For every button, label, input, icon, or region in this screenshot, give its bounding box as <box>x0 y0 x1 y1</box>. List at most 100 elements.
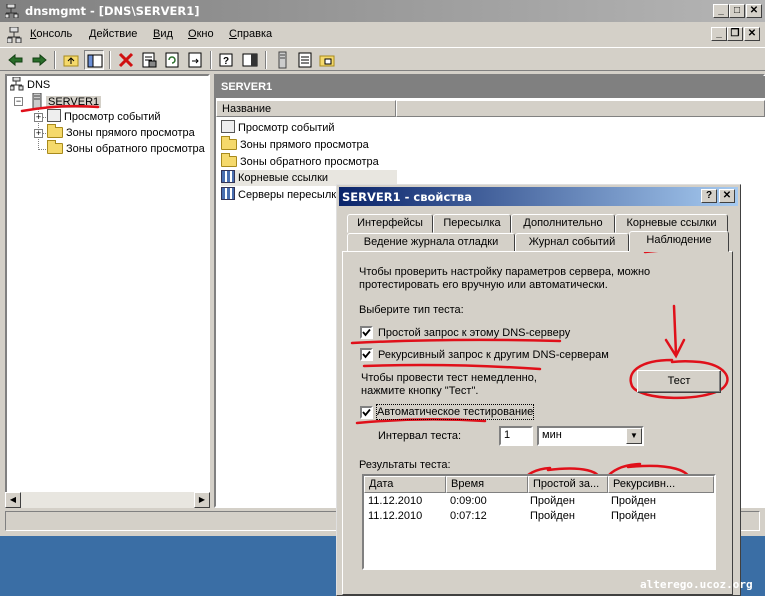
tree-node-forward-zones[interactable]: Зоны прямого просмотра <box>47 124 195 141</box>
list-item[interactable]: Зоны обратного просмотра <box>221 153 379 170</box>
test-interval-label: Интервал теста: <box>378 430 462 442</box>
child-close-button[interactable]: ✕ <box>744 27 760 41</box>
properties-button[interactable] <box>139 50 159 70</box>
results-col-recursive[interactable]: Рекурсивн... <box>608 476 714 493</box>
collapse-server-toggle[interactable]: − <box>14 97 23 106</box>
result-simple: Пройден <box>530 510 575 522</box>
checkmark-icon <box>362 350 371 359</box>
recursive-query-label[interactable]: Рекурсивный запрос к другим DNS-серверам <box>378 348 609 362</box>
simple-query-label[interactable]: Простой запрос к этому DNS-серверу <box>378 326 570 340</box>
column-header-name[interactable]: Название <box>216 100 396 117</box>
result-recursive: Пройден <box>611 510 656 522</box>
dialog-close-button[interactable]: ✕ <box>719 189 735 203</box>
menu-view[interactable]: Вид <box>153 28 173 40</box>
dns-icon <box>10 77 24 91</box>
tab-debug-logging[interactable]: Ведение журнала отладки <box>347 233 515 252</box>
tab-advanced[interactable]: Дополнительно <box>511 214 615 233</box>
show-hide-action-pane-button[interactable] <box>240 50 260 70</box>
menu-action[interactable]: Действие <box>89 28 137 40</box>
red-x-icon <box>118 52 134 68</box>
forward-button[interactable] <box>29 50 49 70</box>
tab-monitoring[interactable]: Наблюдение <box>629 231 729 252</box>
arrow-right-icon <box>32 53 47 67</box>
expand-forward-zones-toggle[interactable]: + <box>34 129 43 138</box>
scroll-left-button[interactable]: ◀ <box>5 492 21 508</box>
window-titlebar[interactable]: dnsmgmt - [DNS\SERVER1] _ □ ✕ <box>0 0 765 22</box>
up-level-button[interactable] <box>61 50 81 70</box>
scroll-right-button[interactable]: ▶ <box>194 492 210 508</box>
menu-console[interactable]: Консоль <box>30 28 72 40</box>
delete-button[interactable] <box>116 50 136 70</box>
auto-testing-label[interactable]: Автоматическое тестирование <box>375 404 535 420</box>
export-list-icon <box>188 52 202 68</box>
results-col-date[interactable]: Дата <box>364 476 446 493</box>
new-zone-button[interactable] <box>317 50 337 70</box>
toolbar-separator <box>109 51 111 69</box>
folder-icon <box>47 124 63 138</box>
menu-help[interactable]: Справка <box>229 28 272 40</box>
auto-testing-checkbox[interactable] <box>360 406 373 419</box>
export-list-button[interactable] <box>185 50 205 70</box>
tab-interfaces[interactable]: Интерфейсы <box>347 214 433 233</box>
forwarders-icon <box>221 187 235 200</box>
checkmark-icon <box>362 408 371 417</box>
maximize-button[interactable]: □ <box>729 4 745 18</box>
checkmark-icon <box>362 328 371 337</box>
result-date: 11.12.2010 <box>368 510 423 522</box>
list-item[interactable]: Зоны прямого просмотра <box>221 136 369 153</box>
details-header: SERVER1 <box>216 76 765 98</box>
folder-icon <box>221 153 237 167</box>
help-icon: ? <box>219 53 233 67</box>
column-header-empty[interactable] <box>396 100 765 117</box>
root-hints-icon <box>221 170 235 183</box>
svg-text:?: ? <box>223 56 229 67</box>
tree-node-reverse-zones[interactable]: Зоны обратного просмотра <box>47 140 205 157</box>
folder-up-icon <box>63 55 79 67</box>
properties-icon <box>142 52 157 68</box>
test-results-label: Результаты теста: <box>359 459 451 471</box>
dialog-help-button[interactable]: ? <box>701 189 717 203</box>
arrow-left-icon <box>8 53 23 67</box>
server-icon <box>32 93 42 109</box>
result-simple: Пройден <box>530 495 575 507</box>
child-restore-button[interactable]: ❐ <box>727 27 743 41</box>
refresh-button[interactable] <box>162 50 182 70</box>
interval-unit-select[interactable]: мин ▼ <box>537 426 644 446</box>
list-item[interactable]: Серверы пересылки <box>221 187 342 203</box>
folder-icon <box>221 136 237 150</box>
results-col-time[interactable]: Время <box>446 476 528 493</box>
test-button[interactable]: Тест <box>637 370 721 393</box>
result-time: 0:09:00 <box>450 495 487 507</box>
show-hide-tree-button[interactable] <box>84 50 104 70</box>
event-log-icon <box>221 120 235 133</box>
close-window-button[interactable]: ✕ <box>746 4 762 18</box>
tree-node-server1[interactable]: SERVER1 <box>31 93 102 109</box>
dialog-titlebar[interactable]: SERVER1 - свойства <box>339 187 738 206</box>
back-button[interactable] <box>6 50 26 70</box>
test-results-list[interactable]: Дата Время Простой за... Рекурсивн... 11… <box>362 474 716 570</box>
intro-text-line2: протестировать его вручную или автоматич… <box>359 279 608 291</box>
simple-query-checkbox[interactable] <box>360 326 373 339</box>
test-interval-input[interactable]: 1 <box>499 426 533 446</box>
expand-events-toggle[interactable]: + <box>34 113 43 122</box>
console-tree: DNS − SERVER1 + + Просмотр событий Зоны … <box>5 74 210 508</box>
tree-node-event-viewer[interactable]: Просмотр событий <box>47 109 161 125</box>
minimize-button[interactable]: _ <box>713 4 729 18</box>
tab-event-logging[interactable]: Журнал событий <box>515 233 629 252</box>
tab-forwarders[interactable]: Пересылка <box>433 214 511 233</box>
server-button[interactable] <box>272 50 292 70</box>
menu-window[interactable]: Окно <box>188 28 214 40</box>
results-col-simple[interactable]: Простой за... <box>528 476 608 493</box>
folder-icon <box>47 140 63 154</box>
tree-node-dns[interactable]: DNS <box>10 77 50 93</box>
chevron-down-icon[interactable]: ▼ <box>626 428 642 444</box>
tree-horizontal-scrollbar[interactable]: ◀ ▶ <box>5 492 210 508</box>
recursive-query-checkbox[interactable] <box>360 348 373 361</box>
result-time: 0:07:12 <box>450 510 487 522</box>
test-now-text-line1: Чтобы провести тест немедленно, <box>361 372 537 384</box>
child-minimize-button[interactable]: _ <box>711 27 727 41</box>
list-item[interactable]: Просмотр событий <box>221 120 335 136</box>
console-menu-icon[interactable] <box>7 27 23 43</box>
help-button[interactable]: ? <box>217 50 237 70</box>
zone-list-button[interactable] <box>295 50 315 70</box>
